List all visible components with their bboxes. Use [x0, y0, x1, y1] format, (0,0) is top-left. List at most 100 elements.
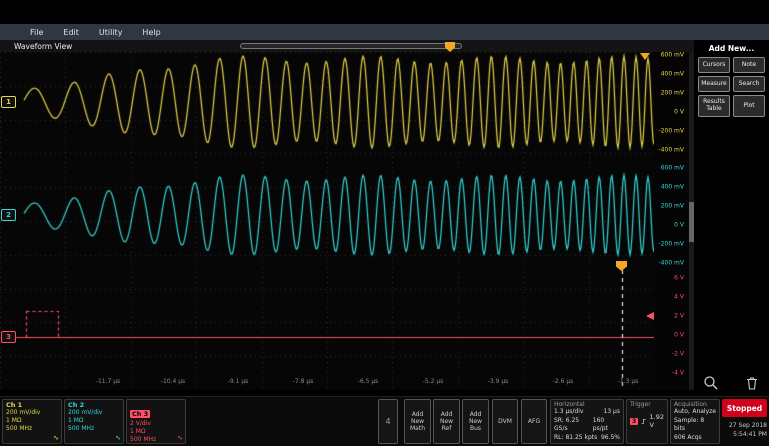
- horizontal-badge[interactable]: Horizontal 1.3 μs/div 13 μs SR: 6.25 GS/…: [550, 399, 624, 444]
- menu-edit[interactable]: Edit: [63, 28, 79, 37]
- axis-label: 400 mV: [661, 71, 684, 78]
- tab-waveform-view[interactable]: Waveform View: [14, 42, 72, 51]
- edge-trigger-icon: [641, 416, 646, 427]
- waveform-canvas[interactable]: [0, 52, 654, 390]
- acquisition-mode: Auto,: [674, 408, 690, 417]
- time: 5:54:41 PM: [710, 430, 767, 439]
- view-tab-row: Waveform View: [0, 40, 694, 52]
- acquisition-analyze[interactable]: Analyze: [692, 408, 716, 417]
- channel-3-termination: 1 MΩ: [130, 428, 182, 436]
- channel-1-bandwidth: 500 MHz: [6, 425, 58, 433]
- channel-4-button[interactable]: 4: [378, 399, 398, 444]
- search-button[interactable]: Search: [733, 76, 765, 92]
- time-label: -10.4 μs: [161, 378, 185, 385]
- axis-label: 4 V: [674, 294, 684, 301]
- axis-label: 0 V: [674, 109, 684, 116]
- axis-label: 400 mV: [661, 184, 684, 191]
- axis-label: -400 mV: [659, 147, 684, 154]
- axis-label: -200 mV: [659, 241, 684, 248]
- sine-icon: ∿: [53, 434, 59, 442]
- time-label: -6.5 μs: [358, 378, 379, 385]
- channel-2-flag[interactable]: 2: [1, 209, 16, 221]
- horizontal-pan-scrollbar[interactable]: [240, 43, 462, 49]
- channel-2-bandwidth: 500 MHz: [68, 425, 120, 433]
- channel-1-scale: 200 mV/div: [6, 409, 58, 417]
- channel-2-termination: 1 MΩ: [68, 417, 120, 425]
- axis-label: 600 mV: [661, 52, 684, 59]
- sine-icon: ∿: [115, 434, 121, 442]
- trigger-badge[interactable]: Trigger 3 1.92 V: [626, 399, 668, 444]
- channel-3-scale: 2 V/div: [130, 420, 182, 428]
- axis-label: -2 V: [672, 351, 684, 358]
- axis-label: 200 mV: [661, 203, 684, 210]
- axis-label: 2 V: [674, 313, 684, 320]
- channel-1-termination: 1 MΩ: [6, 417, 58, 425]
- horizontal-trigger-percent: 96.5%: [601, 434, 620, 443]
- time-label: -5.2 μs: [423, 378, 444, 385]
- zoom-icon[interactable]: [702, 374, 720, 392]
- time-label: -9.1 μs: [228, 378, 249, 385]
- date: 27 Sep 2018: [710, 421, 767, 430]
- axis-label: 6 V: [674, 275, 684, 282]
- datetime: 27 Sep 2018 5:54:41 PM: [710, 421, 767, 439]
- axis-label: 0 V: [674, 332, 684, 339]
- trigger-corner-indicator: [640, 53, 650, 60]
- channel-1-flag[interactable]: 1: [1, 96, 16, 108]
- add-new-ref-button[interactable]: Add New Ref: [433, 399, 460, 444]
- plot-button[interactable]: Plot: [733, 95, 765, 117]
- horizontal-duration: 13 μs: [604, 408, 621, 417]
- menu-bar: File Edit Utility Help: [0, 24, 769, 40]
- trigger-level-marker[interactable]: [646, 312, 654, 320]
- acquisition-title: Acquisition: [674, 401, 716, 408]
- time-label: -7.8 μs: [293, 378, 314, 385]
- time-label: -2.6 μs: [553, 378, 574, 385]
- oscilloscope-app: File Edit Utility Help Waveform View 600…: [0, 0, 769, 446]
- add-new-title: Add New...: [694, 44, 769, 53]
- channel-2-scale: 200 mV/div: [68, 409, 120, 417]
- add-new-button-grid: Cursors Note Measure Search Results Tabl…: [694, 57, 769, 117]
- axis-label: -4 V: [672, 370, 684, 377]
- pan-position-marker[interactable]: [445, 42, 455, 52]
- add-new-panel: Add New... Cursors Note Measure Search R…: [694, 40, 769, 396]
- cursors-button[interactable]: Cursors: [698, 57, 730, 73]
- axis-label: -400 mV: [659, 260, 684, 267]
- horizontal-scale: 1.3 μs/div: [554, 408, 583, 417]
- channel-3-name: Ch 3: [130, 410, 150, 418]
- run-stop-button[interactable]: Stopped: [722, 399, 767, 417]
- axis-label: 200 mV: [661, 90, 684, 97]
- trigger-source-chip: 3: [630, 418, 638, 425]
- time-label: -1.3 μs: [618, 378, 639, 385]
- trash-icon[interactable]: [743, 374, 761, 392]
- measure-button[interactable]: Measure: [698, 76, 730, 92]
- channel-2-name: Ch 2: [68, 401, 120, 409]
- time-label: -3.9 μs: [488, 378, 509, 385]
- menu-help[interactable]: Help: [142, 28, 160, 37]
- add-new-bus-button[interactable]: Add New Bus: [462, 399, 489, 444]
- horizontal-resolution: 160 ps/pt: [593, 417, 620, 434]
- channel-1-name: Ch 1: [6, 401, 58, 409]
- graticule-tools: [694, 374, 769, 392]
- axis-label: 0 V: [674, 222, 684, 229]
- channel-2-badge[interactable]: Ch 2 200 mV/div 1 MΩ 500 MHz ∿: [64, 399, 124, 444]
- sine-icon: ∿: [177, 434, 183, 442]
- axis-label: -200 mV: [659, 128, 684, 135]
- dvm-button[interactable]: DVM: [492, 399, 518, 444]
- channel-3-flag[interactable]: 3: [1, 331, 16, 343]
- menu-file[interactable]: File: [30, 28, 43, 37]
- horizontal-record-length: RL: 81.25 kpts: [554, 434, 597, 443]
- trigger-level: 1.92 V: [650, 413, 664, 429]
- channel-3-bandwidth: 500 MHz: [130, 436, 182, 444]
- add-new-math-button[interactable]: Add New Math: [404, 399, 431, 444]
- settings-bar: Ch 1 200 mV/div 1 MΩ 500 MHz ∿ Ch 2 200 …: [0, 396, 769, 446]
- channel-3-badge[interactable]: Ch 3 2 V/div 1 MΩ 500 MHz ∿: [126, 399, 186, 444]
- afg-button[interactable]: AFG: [521, 399, 547, 444]
- horizontal-sample-rate: SR: 6.25 GS/s: [554, 417, 593, 434]
- menu-utility[interactable]: Utility: [99, 28, 123, 37]
- time-label: -11.7 μs: [96, 378, 120, 385]
- note-button[interactable]: Note: [733, 57, 765, 73]
- waveform-display[interactable]: 600 mV400 mV200 mV0 V-200 mV-400 mV600 m…: [0, 52, 694, 390]
- horizontal-title: Horizontal: [554, 401, 620, 408]
- channel-1-badge[interactable]: Ch 1 200 mV/div 1 MΩ 500 MHz ∿: [2, 399, 62, 444]
- results-table-button[interactable]: Results Table: [698, 95, 730, 117]
- trigger-title: Trigger: [630, 401, 664, 408]
